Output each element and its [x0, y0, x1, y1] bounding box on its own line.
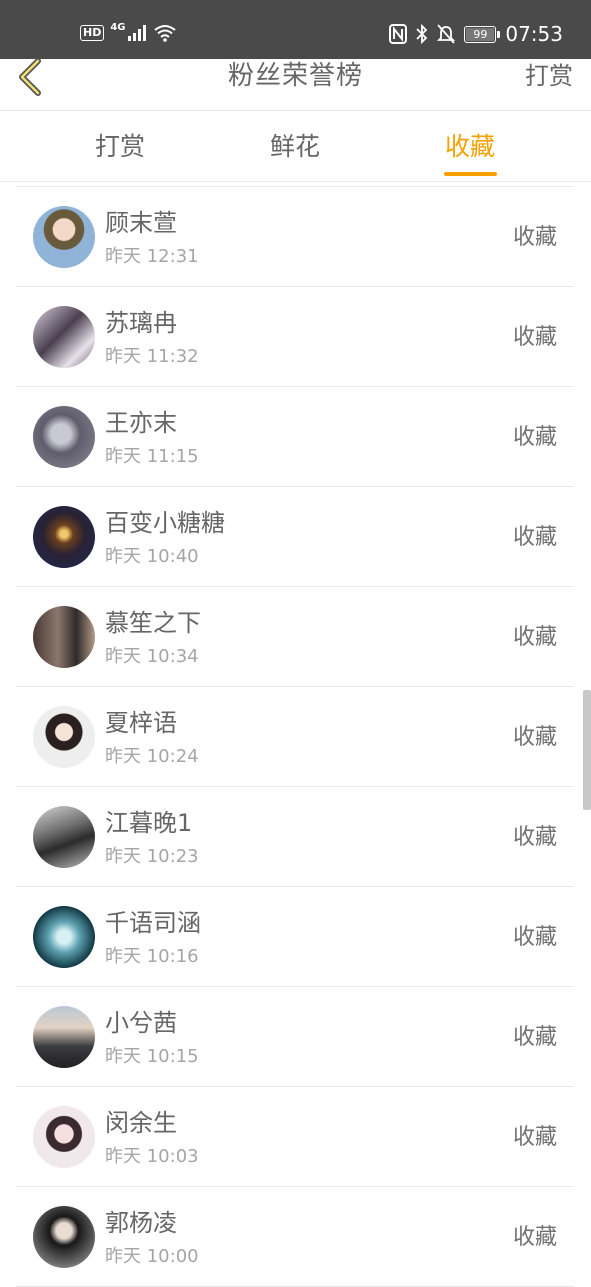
clock: 07:53 [505, 22, 563, 46]
timestamp: 昨天 10:24 [105, 746, 199, 767]
status-bar: HD 4G 99 07:53 [0, 0, 591, 59]
tab-favorites[interactable]: 收藏 [430, 129, 510, 165]
list-item[interactable]: 慕笙之下 昨天 10:34 收藏 [16, 587, 574, 687]
favorite-label: 收藏 [512, 425, 557, 450]
avatar [33, 506, 95, 568]
user-name: 王亦末 [105, 409, 177, 437]
favorite-label: 收藏 [512, 1225, 557, 1250]
battery-indicator: 99 [464, 25, 501, 43]
avatar [33, 206, 95, 268]
network-type: 4G [110, 21, 126, 33]
avatar [33, 706, 95, 768]
scrollbar[interactable] [583, 690, 591, 810]
mute-bell-icon [437, 24, 456, 44]
timestamp: 昨天 10:34 [105, 646, 199, 667]
status-right: 99 07:53 [389, 22, 563, 46]
timestamp: 昨天 10:16 [105, 946, 199, 967]
list-item[interactable]: 夏梓语 昨天 10:24 收藏 [16, 687, 574, 787]
list-item[interactable]: 王亦末 昨天 11:15 收藏 [16, 387, 574, 487]
avatar [33, 406, 95, 468]
timestamp: 昨天 10:15 [105, 1046, 199, 1067]
favorite-label: 收藏 [512, 1025, 557, 1050]
hd-badge: HD [80, 25, 105, 41]
user-name: 闵余生 [105, 1109, 177, 1137]
avatar [33, 606, 95, 668]
timestamp: 昨天 11:32 [105, 346, 199, 367]
bluetooth-icon [416, 24, 428, 44]
signal-icon [127, 25, 146, 41]
tab-flowers[interactable]: 鲜花 [255, 129, 335, 165]
user-name: 苏璃冉 [105, 309, 177, 337]
favorite-label: 收藏 [512, 925, 557, 950]
list-item[interactable]: 江暮晚1 昨天 10:23 收藏 [16, 787, 574, 887]
list-item[interactable]: 顾末萱 昨天 12:31 收藏 [16, 186, 574, 287]
status-left: HD 4G [80, 21, 176, 42]
timestamp: 昨天 10:23 [105, 846, 199, 867]
timestamp: 昨天 10:00 [105, 1246, 199, 1267]
user-name: 江暮晚1 [105, 809, 193, 837]
list-item[interactable]: 闵余生 昨天 10:03 收藏 [16, 1087, 574, 1187]
active-tab-indicator [444, 172, 497, 176]
user-name: 顾末萱 [105, 209, 177, 237]
favorite-label: 收藏 [512, 625, 557, 650]
list-item[interactable]: 郭杨凌 昨天 10:00 收藏 [16, 1187, 574, 1287]
favorite-label: 收藏 [512, 225, 557, 250]
reward-button[interactable]: 打赏 [525, 59, 573, 93]
list-item[interactable]: 千语司涵 昨天 10:16 收藏 [16, 887, 574, 987]
favorite-label: 收藏 [512, 725, 557, 750]
timestamp: 昨天 11:15 [105, 446, 199, 467]
user-name: 小兮茜 [105, 1009, 177, 1037]
timestamp: 昨天 10:40 [105, 546, 199, 567]
avatar [33, 1206, 95, 1268]
nav-bar: 粉丝荣誉榜 打赏 [0, 58, 591, 111]
favorite-label: 收藏 [512, 525, 557, 550]
battery-level: 99 [473, 27, 488, 41]
page-title: 粉丝荣誉榜 [227, 61, 363, 91]
list-item[interactable]: 百变小糖糖 昨天 10:40 收藏 [16, 487, 574, 587]
tab-bar: 打赏 鲜花 收藏 [0, 111, 591, 182]
user-name: 慕笙之下 [105, 609, 201, 637]
favorite-label: 收藏 [512, 1125, 557, 1150]
fan-list: 顾末萱 昨天 12:31 收藏 苏璃冉 昨天 11:32 收藏 王亦末 昨天 1… [16, 186, 574, 1287]
avatar [33, 1006, 95, 1068]
wifi-icon [153, 25, 176, 42]
user-name: 夏梓语 [105, 709, 177, 737]
user-name: 千语司涵 [105, 909, 201, 937]
avatar [33, 306, 95, 368]
nfc-icon [389, 24, 408, 44]
avatar [33, 806, 95, 868]
favorite-label: 收藏 [512, 825, 557, 850]
user-name: 百变小糖糖 [105, 509, 225, 537]
avatar [33, 1106, 95, 1168]
list-item[interactable]: 苏璃冉 昨天 11:32 收藏 [16, 287, 574, 387]
tab-reward[interactable]: 打赏 [80, 129, 160, 165]
favorite-label: 收藏 [512, 325, 557, 350]
user-name: 郭杨凌 [105, 1209, 177, 1237]
list-item[interactable]: 小兮茜 昨天 10:15 收藏 [16, 987, 574, 1087]
timestamp: 昨天 10:03 [105, 1146, 199, 1167]
timestamp: 昨天 12:31 [105, 246, 199, 267]
avatar [33, 906, 95, 968]
